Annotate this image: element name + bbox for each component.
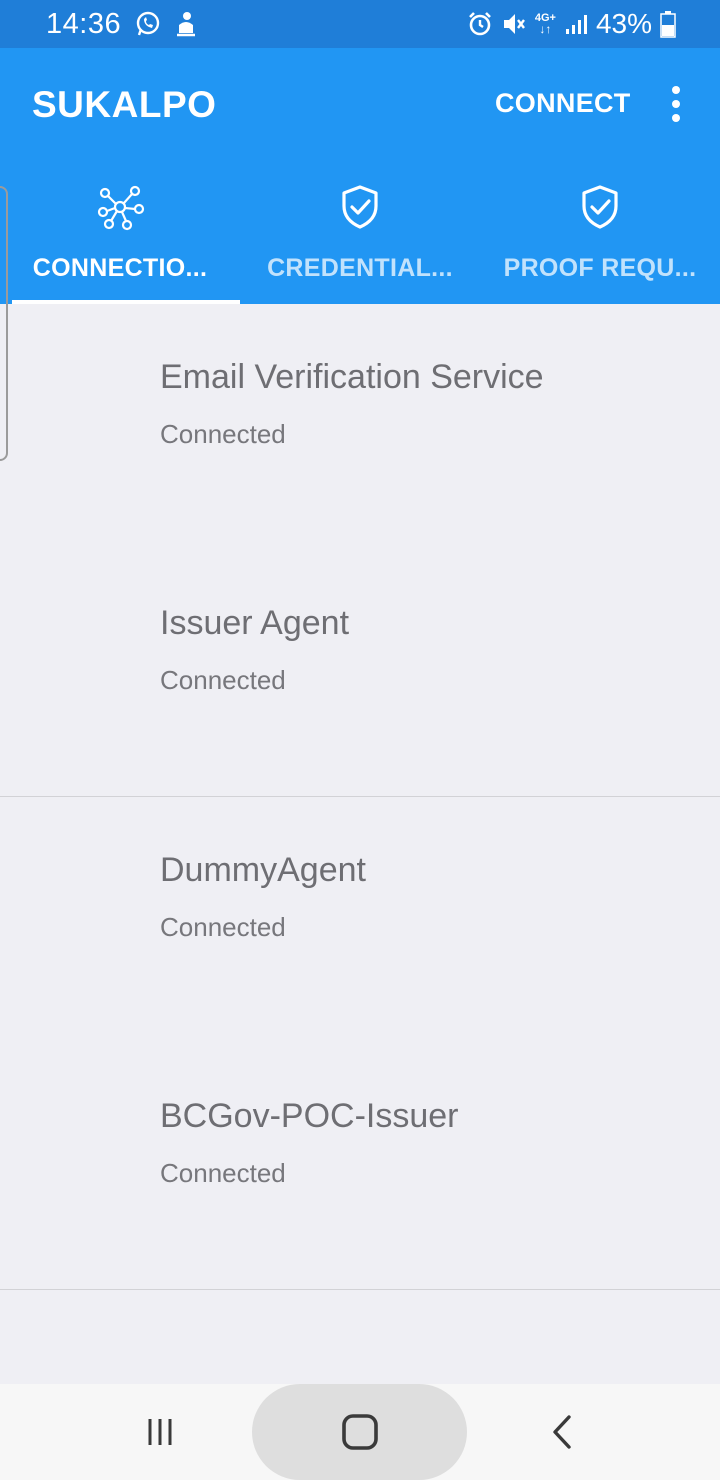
notification-icon (175, 11, 197, 37)
connection-name: Issuer Agent (160, 604, 350, 642)
whatsapp-icon (135, 11, 161, 37)
connection-name: BCGov-POC-Issuer (160, 1097, 459, 1135)
connect-button[interactable]: CONNECT (495, 88, 631, 119)
back-icon[interactable] (512, 1384, 612, 1480)
status-time: 14:36 (46, 7, 122, 40)
list-item[interactable]: Issuer Agent Connected (0, 550, 720, 796)
tab-credentials[interactable]: CREDENTIAL... (240, 168, 480, 304)
list-item[interactable]: DummyAgent Connected (0, 797, 720, 1043)
status-bar: 14:36 4G+ ↓↑ 43% (0, 0, 720, 48)
connection-status: Connected (160, 1158, 286, 1188)
navigation-bar (0, 1384, 720, 1480)
connection-name: Email Verification Service (160, 358, 544, 396)
app-title: SUKALPO (32, 84, 217, 125)
tab-connections[interactable]: CONNECTIO... (0, 168, 240, 304)
connection-status: Connected (160, 665, 286, 695)
network-nodes-icon (95, 182, 145, 232)
tab-bar: CONNECTIO... CREDENTIAL... PROOF REQU... (0, 168, 720, 304)
signal-icon (564, 12, 588, 36)
tab-label-connections: CONNECTIO... (32, 254, 208, 282)
connection-name: DummyAgent (160, 851, 366, 889)
tab-label-credentials: CREDENTIAL... (267, 254, 453, 282)
battery-percent: 43% (595, 8, 652, 39)
network-4g-icon: 4G+ ↓↑ (534, 12, 556, 36)
list-item[interactable]: Email Verification Service Connected (0, 304, 720, 550)
tab-label-proof-requests: PROOF REQU... (503, 254, 697, 282)
shield-check-icon (575, 182, 625, 232)
recents-icon[interactable] (110, 1384, 210, 1480)
app-bar: SUKALPO CONNECT CONNECTIO... CREDENTIAL.… (0, 48, 720, 304)
connections-list[interactable]: Email Verification Service Connected Iss… (0, 186, 720, 1384)
list-item[interactable]: BCGov-POC-Issuer Connected (0, 1043, 720, 1289)
connection-status: Connected (160, 419, 286, 449)
home-icon[interactable] (310, 1384, 410, 1480)
list-divider (0, 1289, 720, 1290)
more-vert-icon[interactable] (660, 84, 692, 124)
tab-proof-requests[interactable]: PROOF REQU... (480, 168, 720, 304)
alarm-icon (467, 11, 493, 37)
battery-icon (660, 10, 676, 38)
connection-status: Connected (160, 912, 286, 942)
mute-icon (501, 11, 527, 37)
shield-check-icon (335, 182, 385, 232)
